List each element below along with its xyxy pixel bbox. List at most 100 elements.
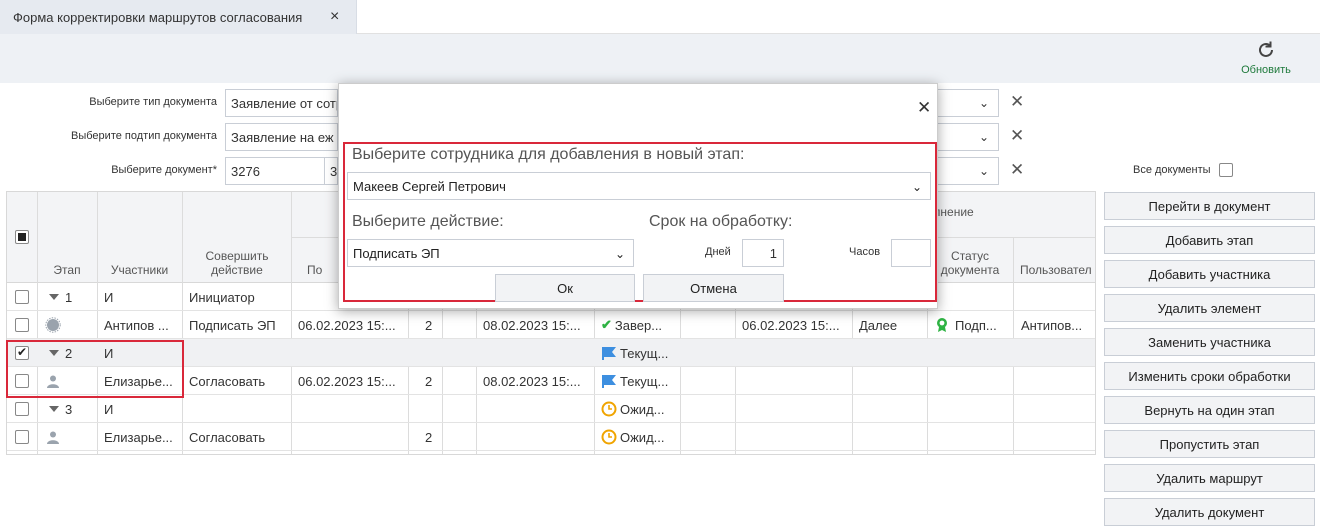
deadline-label: Срок на обработку: <box>649 213 793 230</box>
select-action-label: Выберите действие: <box>352 213 504 230</box>
clock-icon <box>601 429 617 445</box>
toolbar: Обновить <box>0 34 1320 83</box>
clear-doc-icon[interactable]: ✕ <box>1010 160 1024 180</box>
flag-icon <box>602 375 616 388</box>
delete-document-button[interactable]: Удалить документ <box>1104 498 1315 526</box>
refresh-icon <box>1259 41 1273 57</box>
close-icon[interactable]: ✕ <box>917 98 931 118</box>
hours-label: Часов <box>849 246 881 258</box>
row-checkbox[interactable] <box>15 318 29 332</box>
action-cell: Согласовать <box>189 373 266 389</box>
clear-doc-subtype-icon[interactable]: ✕ <box>1010 126 1024 146</box>
participant-cell: Антипов ... <box>104 317 169 333</box>
date-cell: 06.02.2023 15:... <box>298 317 396 333</box>
status-text: Текущ... <box>620 345 669 361</box>
status-text: Ожид... <box>620 429 665 445</box>
action-cell: Инициатор <box>189 289 255 305</box>
participant-cell: И <box>104 289 114 305</box>
row-checkbox[interactable] <box>15 430 29 444</box>
refresh-label: Обновить <box>1241 64 1291 76</box>
employee-value: Макеев Сергей Петрович <box>353 178 506 194</box>
participant-cell: Елизарье... <box>104 429 173 445</box>
employee-select[interactable]: Макеев Сергей Петрович ⌄ <box>347 172 931 200</box>
clock-icon <box>601 401 617 417</box>
chevron-down-icon: ⌄ <box>614 247 625 261</box>
replace-participant-button[interactable]: Заменить участника <box>1104 328 1315 356</box>
doc-subtype-select-tail[interactable] <box>938 123 999 151</box>
days-label: Дней <box>705 246 731 258</box>
next-cell: Далее <box>859 317 898 333</box>
user-icon <box>47 431 59 444</box>
doc-subtype-select[interactable]: Заявление на еж <box>225 123 338 151</box>
doc-type-select[interactable]: Заявление от сотр <box>225 89 338 117</box>
all-documents-checkbox[interactable] <box>1218 163 1233 177</box>
doc-type-select-tail[interactable] <box>938 89 999 117</box>
collapse-arrow-icon[interactable] <box>49 294 59 300</box>
add-participant-button[interactable]: Добавить участника <box>1104 260 1315 288</box>
delete-element-button[interactable]: Удалить элемент <box>1104 294 1315 322</box>
date-cell: 08.02.2023 15:... <box>483 317 581 333</box>
add-stage-button[interactable]: Добавить этап <box>1104 226 1315 254</box>
all-documents-label: Все документы <box>1133 164 1211 176</box>
participant-cell: И <box>104 401 114 417</box>
tab-route-form[interactable]: Форма корректировки маршрутов согласован… <box>0 0 357 34</box>
action-value: Подписать ЭП <box>353 245 440 261</box>
date-cell: 06.02.2023 15:... <box>742 317 840 333</box>
change-deadlines-button[interactable]: Изменить сроки обработки <box>1104 362 1315 390</box>
tab-title: Форма корректировки маршрутов согласован… <box>13 9 303 25</box>
add-stage-dialog: ✕ Выберите сотрудника для добавления в н… <box>338 83 938 309</box>
chevron-down-icon[interactable]: ⌄ <box>979 164 989 178</box>
days-input[interactable]: 1 <box>742 239 784 267</box>
clear-doc-type-icon[interactable]: ✕ <box>1010 92 1024 112</box>
count-cell: 2 <box>425 373 433 389</box>
selection-highlight <box>6 340 184 398</box>
chevron-down-icon: ⌄ <box>911 180 922 194</box>
back-one-stage-button[interactable]: Вернуть на один этап <box>1104 396 1315 424</box>
user-cell: Антипов... <box>1021 317 1083 333</box>
chevron-down-icon[interactable]: ⌄ <box>979 130 989 144</box>
row-checkbox[interactable] <box>15 402 29 416</box>
check-icon: ✔ <box>601 317 612 332</box>
award-icon <box>937 318 947 332</box>
header-doc-status[interactable]: Статус документа <box>927 249 1013 277</box>
count-cell: 2 <box>425 317 433 333</box>
header-participants[interactable]: Участники <box>97 263 182 277</box>
header-action[interactable]: Совершить действие <box>182 249 292 277</box>
header-po[interactable]: По <box>307 263 337 277</box>
all-documents-toggle[interactable]: Все документы <box>1133 163 1233 177</box>
doc-select-tail[interactable] <box>938 157 999 185</box>
doc-number-input[interactable]: 3276 <box>225 157 325 185</box>
table-row[interactable]: 3 И Ожид... <box>7 395 1095 423</box>
status-text: Завер... <box>614 317 663 333</box>
doc-select[interactable]: 3 <box>324 157 338 185</box>
flag-icon <box>602 347 616 360</box>
hours-input[interactable] <box>891 239 931 267</box>
ok-button[interactable]: Ок <box>495 274 635 302</box>
date-cell: 06.02.2023 15:... <box>298 373 396 389</box>
go-to-document-button[interactable]: Перейти в документ <box>1104 192 1315 220</box>
doc-label: Выберите документ* <box>111 164 217 176</box>
header-user[interactable]: Пользовател <box>1020 263 1095 277</box>
header-stage[interactable]: Этап <box>37 263 97 277</box>
close-icon[interactable]: × <box>330 8 339 26</box>
date-cell: 08.02.2023 15:... <box>483 373 581 389</box>
stage-number: 3 <box>65 401 73 417</box>
collapse-arrow-icon[interactable] <box>49 406 59 412</box>
stage-number: 1 <box>65 289 73 305</box>
table-row[interactable]: Елизарье... Согласовать 2 Ожид... <box>7 423 1095 451</box>
row-checkbox[interactable] <box>15 290 29 304</box>
status-text: Текущ... <box>620 373 669 389</box>
delete-route-button[interactable]: Удалить маршрут <box>1104 464 1315 492</box>
table-row[interactable]: Антипов ... Подписать ЭП 06.02.2023 15:.… <box>7 311 1095 339</box>
action-select[interactable]: Подписать ЭП ⌄ <box>347 239 634 267</box>
cancel-button[interactable]: Отмена <box>643 274 784 302</box>
skip-stage-button[interactable]: Пропустить этап <box>1104 430 1315 458</box>
refresh-button[interactable]: Обновить <box>1232 38 1300 76</box>
chevron-down-icon[interactable]: ⌄ <box>979 96 989 110</box>
status-text: Ожид... <box>620 401 665 417</box>
action-cell: Согласовать <box>189 429 266 445</box>
select-all-checkbox[interactable] <box>15 230 29 244</box>
select-employee-label: Выберите сотрудника для добавления в нов… <box>352 146 745 163</box>
doc-type-label: Выберите тип документа <box>89 96 217 108</box>
doc-status-text: Подп... <box>955 317 997 333</box>
